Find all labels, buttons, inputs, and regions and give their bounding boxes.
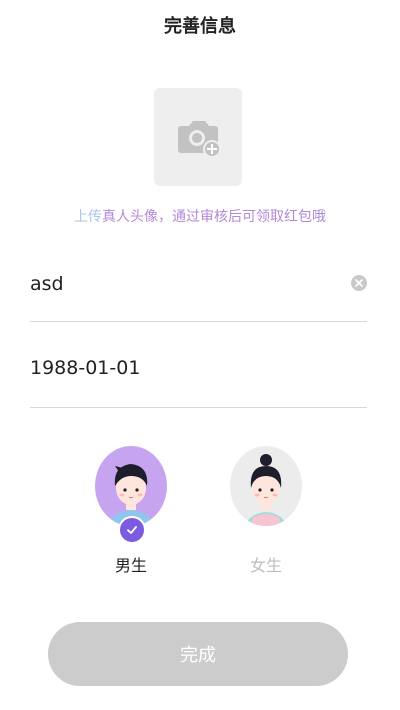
upload-hint: 上传真人头像，通过审核后可领取红包哦 <box>0 206 400 226</box>
birthdate-input[interactable] <box>30 350 330 386</box>
page-title: 完善信息 <box>164 16 236 37</box>
girl-avatar-icon <box>246 454 286 526</box>
gender-male-label: 男生 <box>114 556 147 575</box>
name-input[interactable] <box>30 266 330 302</box>
gender-female-option[interactable]: 女生 <box>230 446 302 576</box>
submit-button[interactable]: 完成 <box>48 622 348 686</box>
upload-hint-lead: 上传 <box>74 209 102 225</box>
female-avatar <box>230 446 302 526</box>
gender-male-option[interactable]: 男生 <box>95 446 167 576</box>
checkmark-icon <box>127 526 137 534</box>
camera-add-icon <box>178 121 221 158</box>
clear-input-button[interactable] <box>351 275 367 291</box>
close-icon <box>355 279 363 287</box>
birthdate-field <box>30 350 367 408</box>
boy-avatar-icon <box>109 464 153 526</box>
selected-check-badge <box>118 516 146 544</box>
name-field <box>30 266 367 322</box>
male-avatar <box>95 446 167 526</box>
avatar-upload-button[interactable] <box>154 88 242 186</box>
gender-female-label: 女生 <box>249 556 282 575</box>
upload-hint-text: 真人头像，通过审核后可领取红包哦 <box>102 209 326 225</box>
